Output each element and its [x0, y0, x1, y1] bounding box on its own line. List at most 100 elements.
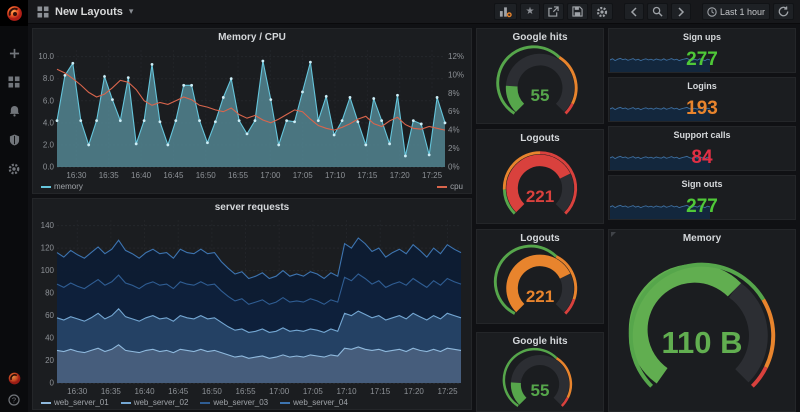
panel-gauge-logouts-2: Logouts 221	[476, 229, 604, 324]
svg-text:16:30: 16:30	[66, 171, 87, 180]
gauge-value: 55	[477, 381, 603, 401]
grafana-logo-icon	[6, 5, 23, 22]
svg-text:6.0: 6.0	[43, 96, 55, 105]
panel-title[interactable]: Memory	[609, 230, 795, 245]
star-dashboard-button[interactable]: ★	[520, 3, 540, 20]
legend-swatch	[121, 402, 131, 404]
svg-text:0: 0	[50, 379, 55, 388]
star-icon: ★	[525, 7, 534, 17]
svg-text:17:15: 17:15	[370, 387, 391, 396]
chevron-right-icon	[677, 7, 685, 17]
legend-swatch	[437, 186, 447, 188]
server-requests-chart[interactable]: 02040608010012014016:3016:3516:4016:4516…	[33, 214, 471, 396]
bell-icon	[9, 105, 20, 117]
add-panel-button[interactable]	[494, 3, 517, 20]
panel-title[interactable]: Support calls	[609, 127, 795, 142]
sidebar-item-alerting[interactable]	[7, 104, 21, 118]
svg-text:17:20: 17:20	[390, 171, 411, 180]
legend-swatch	[41, 402, 51, 404]
sidebar-item-configuration[interactable]	[7, 162, 21, 176]
refresh-button[interactable]	[773, 3, 794, 20]
share-dashboard-button[interactable]	[543, 3, 564, 20]
sidebar-item-admin[interactable]	[7, 133, 21, 147]
sidebar-item-dashboards[interactable]	[7, 75, 21, 89]
panel-stat-sign-ups: Sign ups 277	[608, 28, 796, 73]
legend-swatch	[280, 402, 290, 404]
share-icon	[548, 6, 559, 17]
plus-icon	[9, 48, 20, 59]
svg-text:0%: 0%	[448, 163, 460, 172]
legend-item-web-server-01[interactable]: web_server_01	[41, 398, 109, 407]
help-button[interactable]: ?	[7, 393, 21, 407]
stat-value: 193	[609, 98, 795, 120]
legend-label: cpu	[450, 182, 463, 191]
stat-value: 84	[609, 147, 795, 169]
svg-text:16:40: 16:40	[135, 387, 156, 396]
svg-text:16:35: 16:35	[99, 171, 120, 180]
chevron-left-icon	[630, 7, 638, 17]
gear-icon	[8, 163, 20, 175]
add-panel-icon	[499, 6, 512, 18]
panel-title[interactable]: Memory / CPU	[33, 29, 471, 44]
clock-icon	[707, 7, 717, 17]
user-avatar[interactable]	[7, 371, 21, 385]
panel-corner-icon[interactable]	[611, 232, 619, 240]
shield-icon	[9, 134, 20, 146]
svg-text:?: ?	[12, 396, 16, 405]
svg-text:20: 20	[45, 356, 54, 365]
panel-gauge-google-hits-2: Google hits 55	[476, 332, 604, 412]
time-back-button[interactable]	[624, 3, 644, 20]
gauge-value: 221	[477, 187, 603, 207]
save-icon	[572, 6, 583, 17]
help-icon: ?	[8, 394, 20, 406]
avatar-icon	[8, 372, 21, 385]
svg-text:6%: 6%	[448, 107, 460, 116]
memory-cpu-chart[interactable]: 0.02.04.06.08.010.00%2%4%6%8%10%12%16:30…	[33, 44, 471, 180]
dashboard-settings-button[interactable]	[591, 3, 613, 20]
legend-item-web-server-02[interactable]: web_server_02	[121, 398, 189, 407]
svg-text:17:10: 17:10	[325, 171, 346, 180]
panel-title[interactable]: server requests	[33, 199, 471, 214]
dashboard-title[interactable]: New Layouts	[55, 6, 123, 18]
dashboard-grid: Memory / CPU 0.02.04.06.08.010.00%2%4%6%…	[28, 24, 800, 412]
grafana-logo[interactable]	[0, 0, 28, 26]
svg-text:16:55: 16:55	[228, 171, 249, 180]
chevron-down-icon: ▾	[129, 6, 134, 17]
stat-value: 277	[609, 49, 795, 71]
svg-text:2.0: 2.0	[43, 140, 55, 149]
panel-server-requests: server requests 02040608010012014016:301…	[32, 198, 472, 410]
panel-title[interactable]: Sign ups	[609, 29, 795, 44]
gauge-arc	[477, 243, 603, 324]
svg-text:16:50: 16:50	[196, 171, 217, 180]
panel-title[interactable]: Logins	[609, 78, 795, 93]
svg-text:4.0: 4.0	[43, 118, 55, 127]
legend-item-cpu[interactable]: cpu	[437, 182, 463, 191]
panel-stat-sign-outs: Sign outs 277	[608, 175, 796, 220]
panel-gauge-google-hits: Google hits 55	[476, 28, 604, 124]
svg-text:8%: 8%	[448, 89, 460, 98]
sidebar: ?	[0, 0, 28, 412]
zoom-out-button[interactable]	[647, 3, 668, 20]
legend-item-web-server-04[interactable]: web_server_04	[280, 398, 348, 407]
legend-label: web_server_02	[134, 398, 189, 407]
svg-text:17:25: 17:25	[438, 387, 459, 396]
sidebar-item-create[interactable]	[7, 46, 21, 60]
svg-text:140: 140	[41, 221, 55, 230]
svg-text:40: 40	[45, 334, 54, 343]
dashboards-grid-icon	[8, 76, 20, 88]
legend-swatch	[200, 402, 210, 404]
panel-gauge-memory: Memory 110 B	[608, 229, 796, 412]
save-dashboard-button[interactable]	[567, 3, 588, 20]
svg-text:16:55: 16:55	[236, 387, 257, 396]
gear-icon	[596, 6, 608, 18]
panel-title[interactable]: Sign outs	[609, 176, 795, 191]
time-range-button[interactable]: Last 1 hour	[702, 3, 770, 20]
legend-item-memory[interactable]: memory	[41, 182, 83, 191]
time-range-label: Last 1 hour	[720, 7, 765, 17]
legend-item-web-server-03[interactable]: web_server_03	[200, 398, 268, 407]
panel-gauge-logouts-1: Logouts 221	[476, 129, 604, 224]
time-forward-button[interactable]	[671, 3, 691, 20]
svg-text:8.0: 8.0	[43, 74, 55, 83]
svg-text:17:00: 17:00	[260, 171, 281, 180]
svg-text:12%: 12%	[448, 52, 464, 61]
